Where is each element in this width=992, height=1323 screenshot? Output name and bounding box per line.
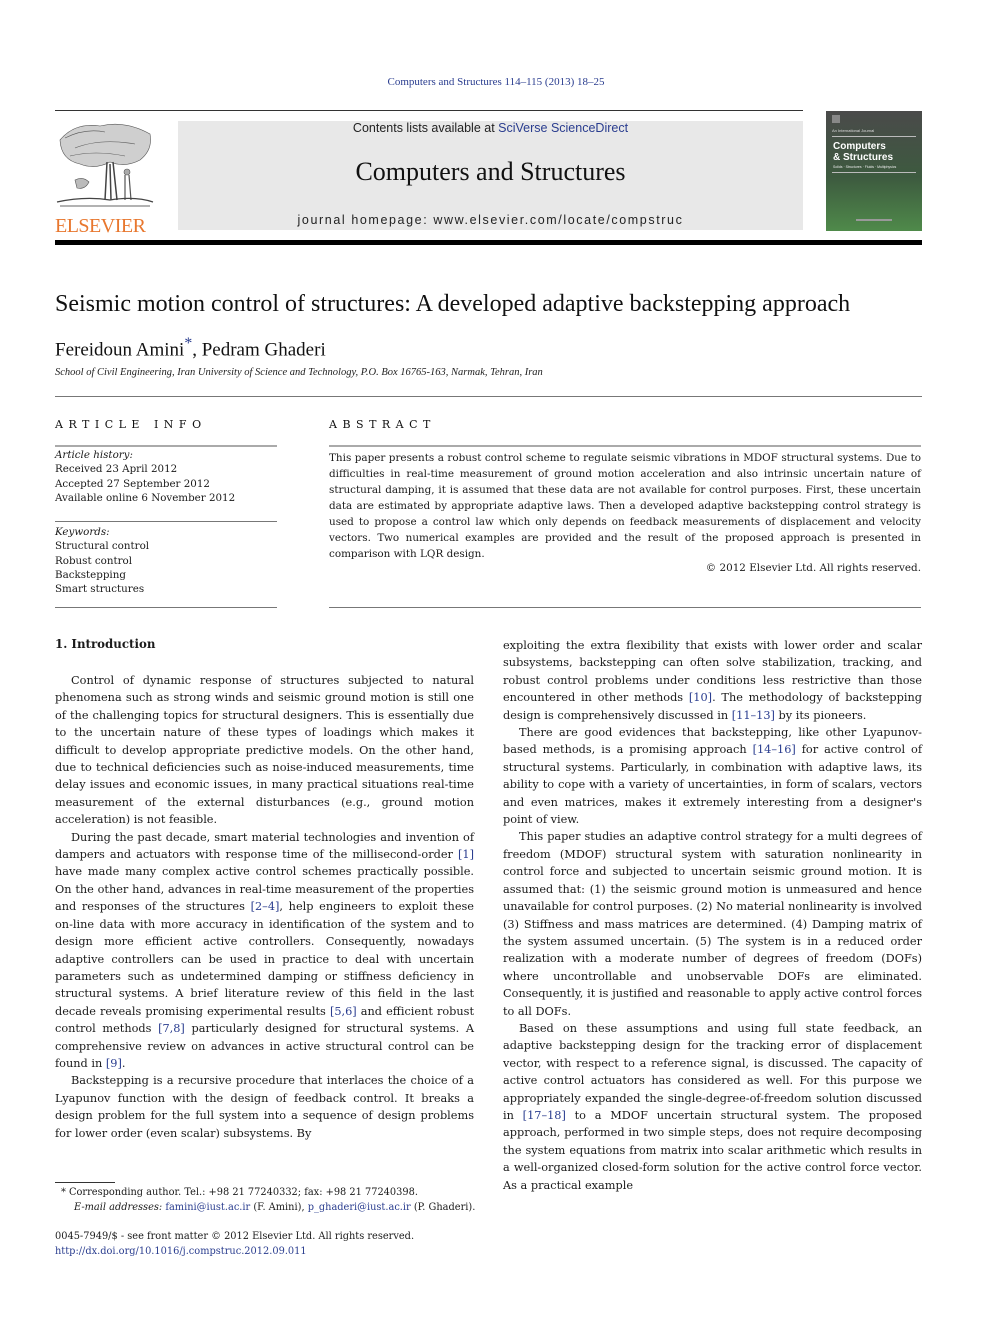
- cover-footer-mark: [856, 219, 892, 221]
- keyword-item: Smart structures: [55, 583, 145, 596]
- contents-line: Contents lists available at SciVerse Sci…: [178, 121, 803, 135]
- body-text: , help engineers to exploit these on-lin…: [55, 900, 474, 1018]
- abstract-text: This paper presents a robust control sch…: [329, 452, 921, 560]
- cover-kicker: An International Journal: [832, 128, 875, 133]
- body-paragraph: Based on these assumptions and using ful…: [503, 1020, 922, 1194]
- front-matter: 0045-7949/$ - see front matter © 2012 El…: [55, 1230, 485, 1259]
- keyword-item: Structural control: [55, 540, 150, 553]
- body-paragraph: This paper studies an adaptive control s…: [503, 828, 922, 1019]
- contents-prefix: Contents lists available at: [352, 121, 499, 135]
- body-paragraph: There are good evidences that backsteppi…: [503, 724, 922, 828]
- citation-link[interactable]: [11–13]: [732, 709, 775, 722]
- citation-link[interactable]: [7,8]: [158, 1022, 185, 1035]
- body-paragraph: exploiting the extra flexibility that ex…: [503, 637, 922, 724]
- citation-link[interactable]: [10]: [689, 691, 712, 704]
- issn-line: 0045-7949/$ - see front matter © 2012 El…: [55, 1231, 415, 1242]
- body-column-left: Control of dynamic response of structure…: [55, 672, 474, 1142]
- email-link-ghaderi[interactable]: p_ghaderi@iust.ac.ir: [308, 1202, 411, 1213]
- author-list: Fereidoun Amini*, Pedram Ghaderi: [55, 335, 326, 361]
- footnote-contact: * Corresponding author. Tel.: +98 21 772…: [55, 1186, 485, 1201]
- body-text: During the past decade, smart material t…: [55, 830, 474, 862]
- article-history: Article history: Received 23 April 2012 …: [55, 448, 277, 505]
- cover-title-line1: Computers: [833, 141, 886, 152]
- keyword-item: Robust control: [55, 554, 133, 567]
- abstract-rule: [329, 445, 921, 447]
- email-owner: (P. Ghaderi).: [410, 1201, 476, 1213]
- abstract-rule: [329, 607, 921, 608]
- doi-link[interactable]: http://dx.doi.org/10.1016/j.compstruc.20…: [55, 1245, 485, 1260]
- author-affiliation: School of Civil Engineering, Iran Univer…: [55, 367, 543, 378]
- journal-cover-thumbnail[interactable]: An International Journal Computers & Str…: [826, 111, 922, 231]
- body-text: Based on these assumptions and using ful…: [503, 1021, 922, 1122]
- body-text: This paper studies an adaptive control s…: [503, 830, 922, 1018]
- cover-title: Computers & Structures: [833, 141, 893, 163]
- abstract-heading: ABSTRACT: [329, 418, 436, 431]
- keyword-item: Backstepping: [55, 568, 126, 581]
- body-text: to a MDOF uncertain structural system. T…: [503, 1108, 922, 1192]
- body-text: by its pioneers.: [774, 708, 867, 722]
- footnote-emails: E-mail addresses: famini@iust.ac.ir (F. …: [55, 1201, 485, 1216]
- citation-link[interactable]: [1]: [458, 848, 474, 861]
- cover-subtitle: Solids · Structures · Fluids · Multiphys…: [833, 165, 897, 169]
- cover-publisher-mark-icon: [832, 115, 840, 123]
- citation-link[interactable]: [2–4]: [251, 900, 280, 913]
- keywords-label: Keywords:: [55, 526, 110, 538]
- history-online: Available online 6 November 2012: [55, 491, 236, 504]
- article-info-rule: [55, 607, 277, 608]
- corresponding-author-footnote: * Corresponding author. Tel.: +98 21 772…: [55, 1186, 485, 1215]
- body-paragraph: Control of dynamic response of structure…: [55, 672, 474, 829]
- email-link-amini[interactable]: famini@iust.ac.ir: [165, 1202, 250, 1213]
- journal-homepage[interactable]: journal homepage: www.elsevier.com/locat…: [178, 213, 803, 227]
- article-info-rule: [55, 445, 277, 447]
- email-label: E-mail addresses:: [74, 1201, 163, 1213]
- affiliation-rule: [55, 396, 922, 397]
- citation-link[interactable]: [5,6]: [330, 1005, 357, 1018]
- elsevier-wordmark: ELSEVIER: [55, 215, 146, 237]
- sciencedirect-link[interactable]: SciVerse ScienceDirect: [498, 121, 628, 135]
- section-heading-introduction: 1. Introduction: [55, 637, 156, 651]
- article-info-heading: ARTICLE INFO: [55, 418, 207, 431]
- abstract-copyright: © 2012 Elsevier Ltd. All rights reserved…: [705, 562, 921, 574]
- cover-title-line2: & Structures: [833, 152, 894, 163]
- running-head-citation[interactable]: Computers and Structures 114–115 (2013) …: [0, 76, 992, 88]
- cover-rule: [832, 172, 916, 173]
- author-separator: ,: [192, 339, 202, 361]
- citation-link[interactable]: [14–16]: [753, 743, 796, 756]
- header-top-rule: [55, 110, 803, 111]
- journal-banner: Contents lists available at SciVerse Sci…: [178, 121, 803, 230]
- history-received: Received 23 April 2012: [55, 463, 178, 476]
- email-owner: (F. Amini),: [250, 1201, 308, 1213]
- keywords: Keywords: Structural control Robust cont…: [55, 525, 277, 596]
- elsevier-logo[interactable]: ELSEVIER: [55, 120, 155, 237]
- body-text: .: [121, 1056, 126, 1070]
- history-accepted: Accepted 27 September 2012: [55, 477, 210, 490]
- journal-title: Computers and Structures: [355, 157, 626, 186]
- citation-link[interactable]: [17–18]: [523, 1109, 566, 1122]
- body-paragraph: Backstepping is a recursive procedure th…: [55, 1072, 474, 1142]
- article-info-rule: [55, 521, 277, 522]
- header-bottom-rule: [55, 240, 922, 245]
- footnote-rule: [55, 1182, 115, 1183]
- body-text: Control of dynamic response of structure…: [55, 674, 474, 827]
- author-name: Fereidoun Amini: [55, 339, 185, 361]
- body-text: Backstepping is a recursive procedure th…: [55, 1074, 474, 1140]
- body-paragraph: During the past decade, smart material t…: [55, 829, 474, 1073]
- body-column-right: exploiting the extra flexibility that ex…: [503, 637, 922, 1194]
- article-title: Seismic motion control of structures: A …: [55, 291, 851, 317]
- citation-link[interactable]: [9]: [106, 1057, 122, 1070]
- cover-rule: [832, 136, 916, 137]
- elsevier-tree-icon: [55, 120, 155, 210]
- article-history-label: Article history:: [55, 449, 133, 461]
- footnote-phone-fax: Corresponding author. Tel.: +98 21 77240…: [65, 1187, 418, 1198]
- author-name: Pedram Ghaderi: [201, 339, 326, 361]
